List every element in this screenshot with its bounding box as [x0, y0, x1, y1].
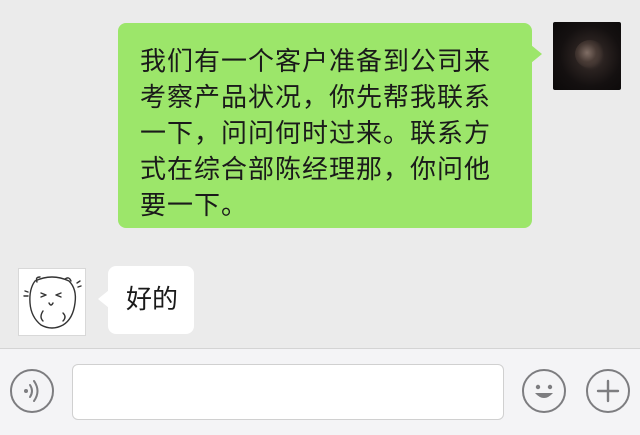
more-button[interactable] — [586, 369, 630, 413]
message-text: 我们有一个客户准备到公司来考察产品状况，你先帮我联系一下，问问何时过来。联系方式… — [140, 47, 492, 221]
message-bubble-self[interactable]: 我们有一个客户准备到公司来考察产品状况，你先帮我联系一下，问问何时过来。联系方式… — [118, 23, 542, 228]
avatar-self[interactable] — [553, 22, 621, 90]
chat-area: 我们有一个客户准备到公司来考察产品状况，你先帮我联系一下，问问何时过来。联系方式… — [0, 0, 640, 348]
avatar-other[interactable] — [18, 268, 86, 336]
bear-sticker-icon — [23, 276, 82, 329]
plus-icon — [596, 379, 620, 403]
voice-button[interactable] — [10, 369, 54, 413]
message-text: 好的 — [126, 285, 179, 315]
emoji-button[interactable] — [522, 369, 566, 413]
emoji-icon — [535, 384, 553, 398]
message-bubble-other[interactable]: 好的 — [98, 266, 194, 334]
message-input[interactable] — [72, 364, 504, 420]
voice-icon — [24, 380, 39, 402]
input-bar — [0, 348, 640, 435]
